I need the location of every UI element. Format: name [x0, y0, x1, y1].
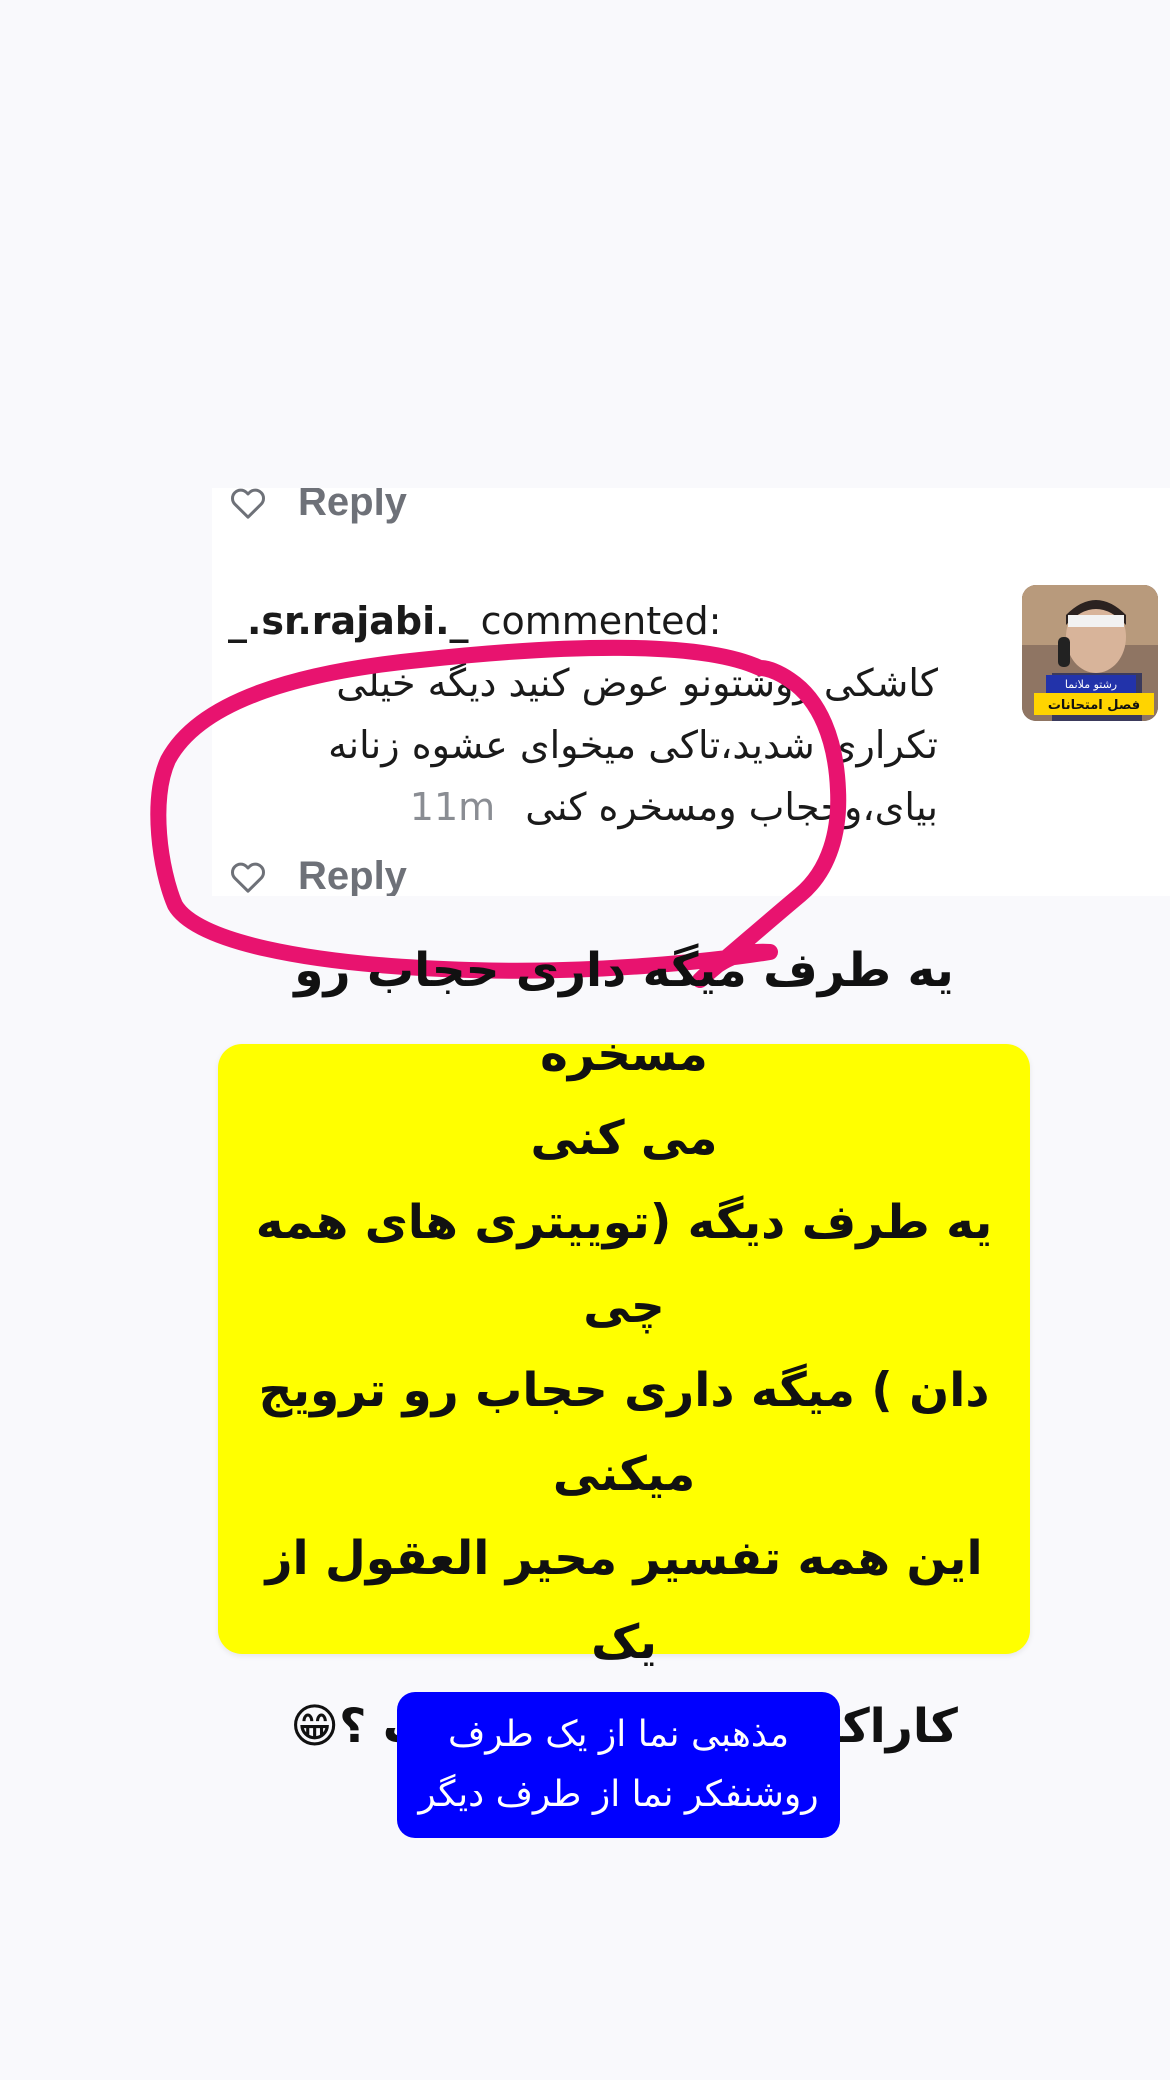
yellow-note-line: دان ) میگه داری حجاب رو ترویج: [258, 1363, 990, 1418]
yellow-note-line: این همه تفسیر محیر العقول از یک: [265, 1531, 983, 1670]
blue-note-line: روشنفکر نما از طرف دیگر: [418, 1774, 819, 1815]
reply-row: Reply: [228, 854, 407, 896]
blue-note-line: مذهبی نما از یک طرف: [447, 1714, 790, 1755]
avatar[interactable]: رشتو ملانما فصل امتحانات: [1022, 585, 1158, 721]
reply-button[interactable]: Reply: [298, 488, 407, 525]
reply-row-previous: Reply: [228, 488, 407, 525]
svg-text:رشتو ملانما: رشتو ملانما: [1065, 678, 1117, 691]
yellow-note: یه طرف میگه داری حجاب رو مسخره می کنی یه…: [218, 943, 1030, 1754]
svg-text:فصل امتحانات: فصل امتحانات: [1048, 698, 1140, 713]
avatar-image: رشتو ملانما فصل امتحانات: [1022, 585, 1158, 721]
yellow-note-line: یه طرف میگه داری حجاب رو مسخره: [294, 943, 954, 1082]
heart-icon[interactable]: [228, 488, 268, 523]
yellow-note-line: میکنی: [552, 1447, 696, 1502]
reply-button[interactable]: Reply: [298, 854, 407, 896]
heart-icon[interactable]: [228, 857, 268, 897]
comment-header: _.sr.rajabi._ commented:: [228, 590, 938, 652]
comment-time: 11m: [409, 785, 496, 829]
comment-action: commented:: [480, 599, 722, 643]
yellow-note-line: یه طرف دیگه (توییتری های همه چی: [255, 1195, 993, 1334]
comment-username[interactable]: _.sr.rajabi._: [228, 599, 469, 643]
comment-body: _.sr.rajabi._ commented: کاشکی روشتونو ع…: [228, 590, 938, 838]
blue-note-text: مذهبی نما از یک طرف روشنفکر نما از طرف د…: [418, 1705, 818, 1825]
blue-note: مذهبی نما از یک طرف روشنفکر نما از طرف د…: [397, 1692, 840, 1838]
yellow-note-text: یه طرف میگه داری حجاب رو مسخره می کنی یه…: [218, 929, 1030, 1769]
yellow-note-line: می کنی: [530, 1111, 718, 1166]
